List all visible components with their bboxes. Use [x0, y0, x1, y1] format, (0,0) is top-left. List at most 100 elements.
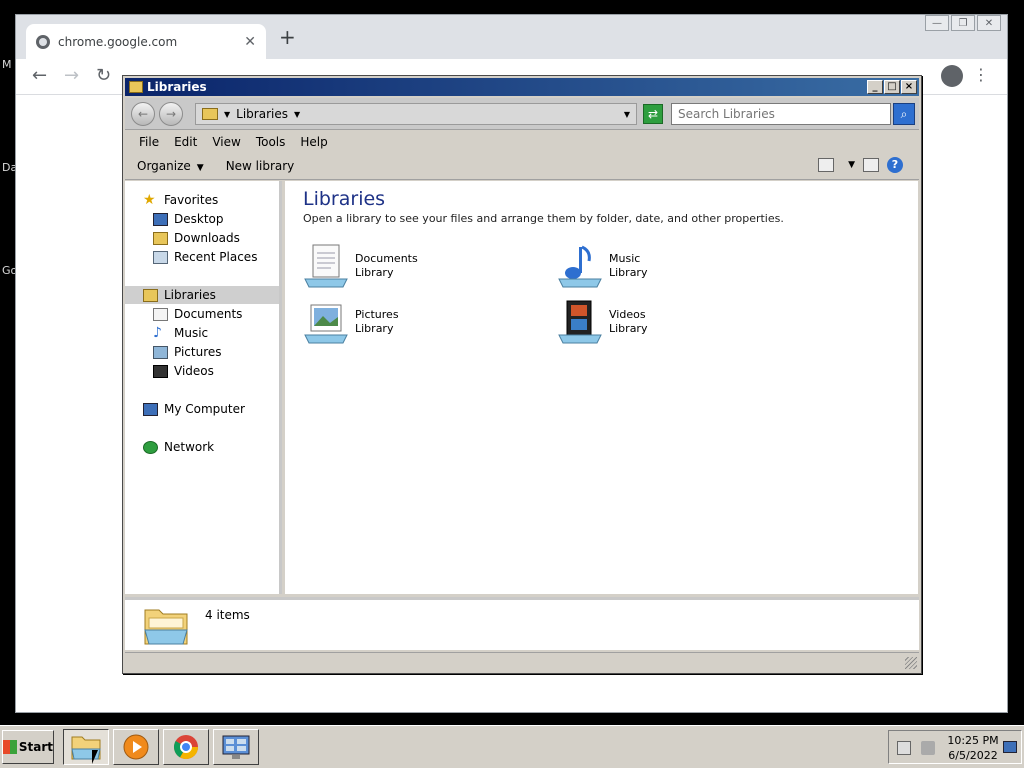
nav-desktop[interactable]: Desktop [153, 210, 279, 228]
computer-icon [143, 402, 158, 416]
clock-time: 10:25 PM [947, 734, 999, 747]
library-type: Library [355, 322, 394, 335]
address-bar[interactable]: ▼ Libraries ▼ ▼ [195, 103, 637, 125]
network-status-icon[interactable] [897, 741, 911, 755]
taskbar: Start 10:25 PM 6/5/2022 [0, 725, 1024, 768]
videos-library-icon [558, 300, 602, 344]
forward-arrow-icon[interactable]: → [159, 102, 183, 126]
nav-libraries[interactable]: Libraries [125, 286, 279, 304]
nav-label: My Computer [164, 402, 245, 416]
nav-label: Downloads [174, 231, 240, 245]
window-title: Libraries [147, 80, 207, 94]
search-input[interactable] [671, 103, 891, 125]
search-icon[interactable]: ⌕ [893, 103, 915, 125]
control-panel-icon [222, 735, 250, 759]
reload-button[interactable]: ↻ [96, 65, 111, 86]
address-text: Libraries [236, 107, 288, 121]
nav-label: Libraries [164, 288, 216, 302]
chevron-down-icon[interactable]: ▼ [294, 110, 300, 119]
navigation-pane: ★ Favorites Desktop Downloads Recent Pla… [125, 181, 282, 594]
volume-icon[interactable] [921, 741, 935, 755]
preview-pane-icon[interactable] [863, 158, 879, 172]
close-tab-icon[interactable]: ✕ [244, 34, 256, 50]
refresh-icon[interactable]: ⇄ [643, 104, 663, 124]
clock[interactable]: 10:25 PM 6/5/2022 [943, 733, 1003, 763]
chevron-down-icon[interactable]: ▼ [224, 110, 230, 119]
start-label: Start [18, 740, 53, 754]
back-arrow-icon[interactable]: ← [131, 102, 155, 126]
nav-videos[interactable]: Videos [153, 362, 279, 380]
desktop-label-fragment: M [2, 58, 12, 71]
address-history-chevron-icon[interactable]: ▼ [624, 110, 630, 119]
menu-tools[interactable]: Tools [250, 135, 292, 149]
nav-documents[interactable]: Documents [153, 305, 279, 323]
taskbar-media-player[interactable] [113, 729, 159, 765]
menu-file[interactable]: File [133, 135, 165, 149]
profile-avatar-icon[interactable] [941, 65, 963, 87]
library-type: Library [609, 266, 648, 279]
nav-network[interactable]: Network [143, 438, 279, 456]
close-button[interactable]: × [901, 80, 917, 94]
minimize-button[interactable]: _ [867, 80, 883, 94]
music-library-icon [558, 245, 602, 288]
music-note-icon: ♪ [153, 324, 162, 341]
explorer-title-bar[interactable]: Libraries _ □ × [125, 78, 919, 96]
nav-recent-places[interactable]: Recent Places [153, 248, 279, 266]
taskbar-control-panel[interactable] [213, 729, 259, 765]
nav-music[interactable]: ♪ Music [153, 324, 279, 342]
menu-help[interactable]: Help [294, 135, 333, 149]
nav-label: Network [164, 440, 215, 454]
content-pane: Libraries Open a library to see your fil… [285, 181, 918, 594]
library-item-pictures[interactable]: Pictures Library [303, 299, 399, 345]
organize-button[interactable]: Organize ▼ [137, 159, 204, 173]
documents-library-icon [304, 244, 348, 288]
page-subtitle: Open a library to see your files and arr… [303, 212, 784, 225]
resize-grip-icon[interactable] [905, 657, 917, 669]
nav-label: Videos [174, 364, 214, 378]
command-bar: Organize ▼ New library ▼ ? [125, 153, 919, 180]
nav-label: Music [174, 326, 209, 340]
library-item-documents[interactable]: Documents Library [303, 243, 418, 289]
recent-places-icon [153, 250, 168, 264]
globe-icon [36, 34, 50, 49]
library-name: Music [609, 252, 641, 265]
close-button[interactable]: ✕ [977, 15, 1001, 31]
menu-edit[interactable]: Edit [168, 135, 203, 149]
maximize-button[interactable]: ❐ [951, 15, 975, 31]
chevron-down-icon[interactable]: ▼ [848, 160, 855, 170]
maximize-button[interactable]: □ [884, 80, 900, 94]
taskbar-chrome[interactable] [163, 729, 209, 765]
start-button[interactable]: Start [2, 730, 54, 764]
nav-pictures[interactable]: Pictures [153, 343, 279, 361]
nav-my-computer[interactable]: My Computer [143, 400, 279, 418]
nav-downloads[interactable]: Downloads [153, 229, 279, 247]
nav-label: Recent Places [174, 250, 258, 264]
item-count: 4 items [205, 608, 250, 622]
media-player-icon [123, 734, 149, 760]
new-library-button[interactable]: New library [226, 159, 295, 173]
chrome-window-controls: — ❐ ✕ [925, 15, 1001, 31]
new-tab-button[interactable]: + [279, 27, 296, 47]
pictures-icon [153, 345, 168, 359]
library-item-music[interactable]: Music Library [557, 243, 647, 289]
libraries-folder-icon [202, 108, 218, 120]
libraries-folder-icon [144, 609, 188, 645]
library-type: Library [355, 266, 394, 279]
nav-favorites[interactable]: ★ Favorites [143, 191, 279, 209]
chrome-tab[interactable]: chrome.google.com ✕ [26, 24, 266, 59]
forward-button[interactable]: → [64, 65, 79, 86]
back-button[interactable]: ← [32, 65, 47, 86]
library-name: Videos [609, 308, 646, 321]
library-item-videos[interactable]: Videos Library [557, 299, 647, 345]
chrome-menu-icon[interactable]: ⋮ [973, 65, 989, 84]
change-view-icon[interactable] [818, 158, 835, 172]
explorer-window: Libraries _ □ × ← → ▼ Libraries ▼ ▼ ⇄ ⌕ … [122, 75, 922, 674]
page-title: Libraries [303, 188, 386, 210]
help-icon[interactable]: ? [887, 157, 903, 173]
menu-view[interactable]: View [206, 135, 246, 149]
show-desktop-icon[interactable] [1003, 741, 1017, 753]
minimize-button[interactable]: — [925, 15, 949, 31]
taskbar-explorer[interactable] [63, 729, 109, 765]
nav-label: Favorites [164, 193, 219, 207]
clock-date: 6/5/2022 [948, 749, 998, 762]
